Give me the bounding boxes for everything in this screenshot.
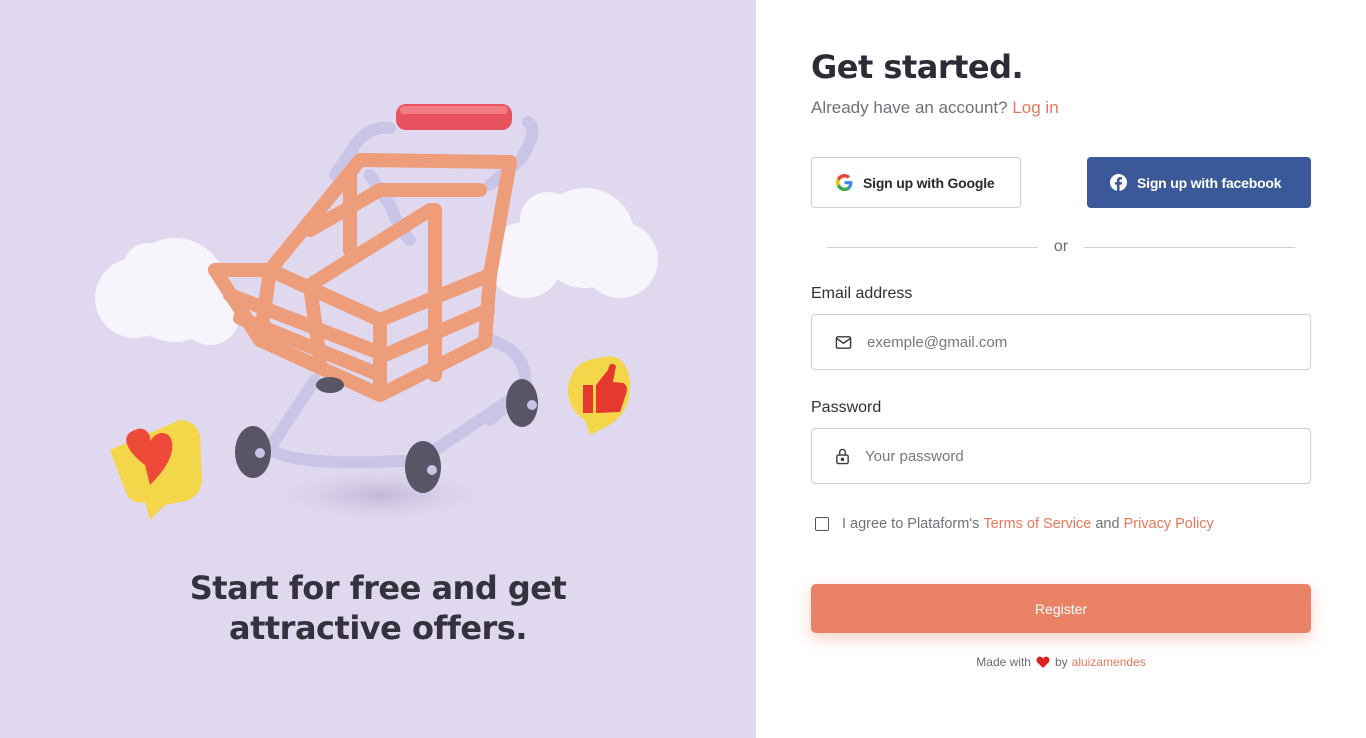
google-signup-button[interactable]: Sign up with Google bbox=[811, 157, 1021, 208]
heart-bubble-icon bbox=[110, 420, 202, 520]
shopping-cart-illustration bbox=[95, 104, 658, 525]
privacy-policy-link[interactable]: Privacy Policy bbox=[1124, 516, 1214, 532]
email-input[interactable] bbox=[867, 333, 1287, 351]
register-button[interactable]: Register bbox=[811, 584, 1311, 633]
terms-checkbox[interactable] bbox=[815, 517, 829, 531]
google-signup-label: Sign up with Google bbox=[863, 174, 995, 191]
footer-by: by bbox=[1054, 655, 1068, 669]
login-link[interactable]: Log in bbox=[1012, 98, 1058, 117]
password-input[interactable] bbox=[865, 447, 1285, 465]
cloud-left-icon bbox=[95, 238, 240, 345]
thumbs-up-bubble-icon bbox=[568, 356, 631, 435]
footer-made-with: Made with bbox=[976, 655, 1031, 669]
terms-agreement: I agree to Plataform's Terms of Service … bbox=[815, 516, 1218, 532]
email-field-box[interactable] bbox=[811, 314, 1311, 370]
terms-prefix: I agree to Plataform's bbox=[842, 516, 980, 532]
login-prompt: Already have an account? Log in bbox=[811, 98, 1059, 118]
mail-icon bbox=[835, 335, 852, 349]
cart-basket bbox=[208, 153, 517, 402]
hero-panel: Start for free and get attractive offers… bbox=[0, 0, 756, 738]
password-field-box[interactable] bbox=[811, 428, 1311, 484]
or-divider: or bbox=[827, 236, 1295, 260]
facebook-signup-button[interactable]: Sign up with facebook bbox=[1087, 157, 1311, 208]
facebook-icon bbox=[1110, 174, 1127, 191]
google-icon bbox=[836, 174, 853, 191]
lock-icon bbox=[836, 448, 849, 464]
hero-tagline-line2: attractive offers. bbox=[228, 609, 528, 647]
terms-of-service-link[interactable]: Terms of Service bbox=[983, 516, 1091, 532]
cloud-right-icon bbox=[487, 188, 658, 298]
divider-line-right bbox=[1084, 247, 1295, 248]
terms-and: and bbox=[1095, 516, 1120, 532]
footer-credit: Made with by aluizamendes bbox=[756, 655, 1366, 669]
login-prompt-text: Already have an account? bbox=[811, 98, 1008, 117]
facebook-signup-label: Sign up with facebook bbox=[1137, 174, 1282, 191]
heart-icon bbox=[1036, 656, 1050, 668]
signup-panel: Get started. Already have an account? Lo… bbox=[756, 0, 1366, 738]
author-link[interactable]: aluizamendes bbox=[1072, 655, 1146, 669]
password-label: Password bbox=[811, 399, 882, 416]
hero-tagline: Start for free and get attractive offers… bbox=[0, 568, 756, 648]
email-label: Email address bbox=[811, 285, 913, 302]
page-title: Get started. bbox=[811, 48, 1024, 86]
hero-tagline-line1: Start for free and get bbox=[189, 569, 567, 607]
